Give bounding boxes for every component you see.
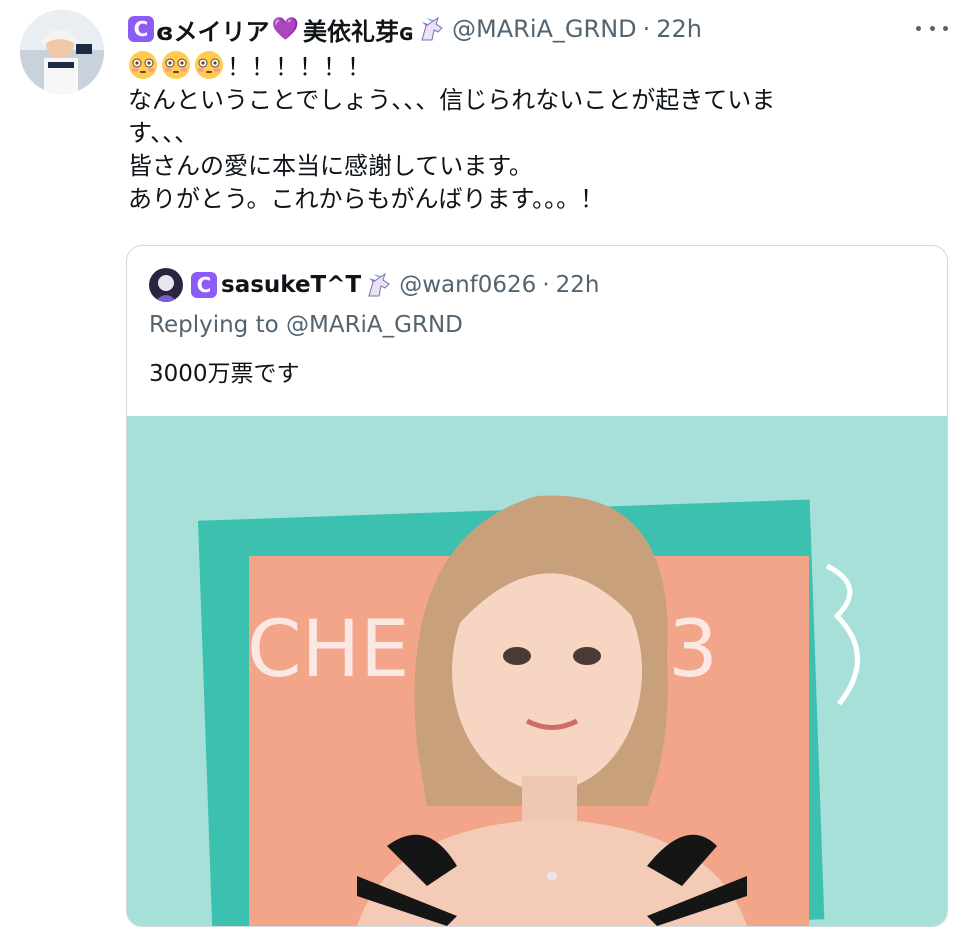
more-options-icon[interactable] (916, 18, 948, 38)
crescent-badge-icon: C (191, 272, 217, 298)
tweet-line-2: なんということでしょう、、、信じられないことが起きていま (128, 86, 776, 114)
quote-photo[interactable]: CHE G 2023 (127, 416, 947, 926)
meta-separator: · (642, 15, 651, 43)
tweet-line-3: す、、、 (128, 119, 199, 147)
quote-avatar[interactable] (149, 268, 183, 302)
tweet-line-5: ありがとう。これからもがんばります。。。！ (128, 185, 605, 213)
author-display-name-2[interactable]: 美依礼芽ɢ (303, 12, 414, 47)
exclamations: ！！！！！！ (227, 53, 371, 81)
flushed-face-icon (162, 51, 190, 79)
quoted-tweet[interactable]: C sasukeT^T @wanf0626 · 22h Replying to … (126, 245, 948, 927)
tweet-line-4: 皆さんの愛に本当に感謝しています。 (128, 152, 533, 180)
crescent-badge-icon: C (128, 16, 154, 42)
author-avatar[interactable] (20, 10, 104, 94)
author-handle[interactable]: @MARiA_GRND (452, 15, 637, 43)
tweet-line-1: ！！！！！！ (128, 50, 888, 84)
quote-separator: · (542, 272, 550, 298)
flushed-face-icon (129, 51, 157, 79)
quote-header: C sasukeT^T @wanf0626 · 22h (149, 268, 599, 302)
replying-prefix: Replying to (149, 312, 279, 338)
quote-display-name[interactable]: sasukeT^T (221, 272, 361, 298)
tweet-text: ！！！！！！ なんということでしょう、、、信じられないことが起きていま す、、、… (128, 50, 888, 216)
tweet-time[interactable]: 22h (656, 15, 702, 43)
quote-handle[interactable]: @wanf0626 (399, 272, 536, 298)
quote-time[interactable]: 22h (556, 272, 600, 298)
unicorn-icon (368, 272, 390, 297)
quote-text: 3000万票です (149, 361, 300, 387)
flushed-face-icon (195, 51, 223, 79)
tweet-header: C ɞメイリア 💜 美依礼芽ɢ @MARiA_GRND · 22h (128, 12, 702, 46)
unicorn-icon (421, 16, 443, 41)
purple-heart-icon: 💜 (271, 16, 299, 42)
author-display-name[interactable]: ɞメイリア (156, 12, 270, 47)
replying-to: Replying to @MARiA_GRND (149, 312, 463, 338)
replying-handle-link[interactable]: @MARiA_GRND (286, 312, 463, 338)
